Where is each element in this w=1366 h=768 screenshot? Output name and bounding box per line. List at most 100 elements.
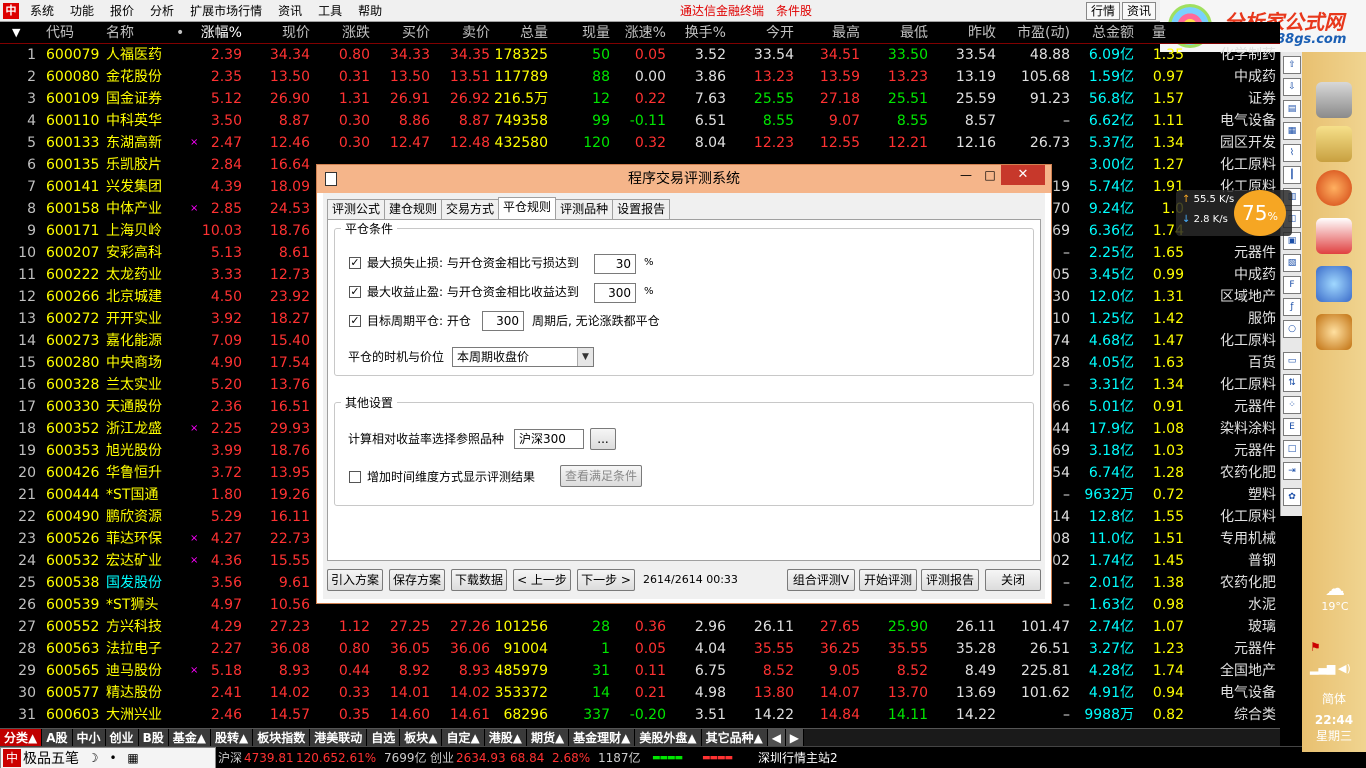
reference-input[interactable]: 沪深300 <box>514 429 584 449</box>
toolbar-line-chart-icon[interactable]: ⌇ <box>1283 144 1301 162</box>
col-open[interactable]: 今开 <box>746 22 794 44</box>
market-tab[interactable]: 基金理财▲ <box>569 728 636 747</box>
tab-formula[interactable]: 评测公式 <box>327 199 386 219</box>
toolbar-etf-icon[interactable]: E <box>1283 418 1301 436</box>
import-plan-button[interactable]: 引入方案 <box>327 569 383 591</box>
combo-test-button[interactable]: 组合评测V <box>787 569 855 591</box>
table-row[interactable]: 30 600577 精达股份 2.41 14.02 0.33 14.01 14.02 35337… <box>0 682 1280 704</box>
col-change[interactable]: 涨跌 <box>314 22 370 44</box>
test-report-button[interactable]: 评测报告 <box>921 569 979 591</box>
market-tab[interactable]: 自选 <box>367 728 401 747</box>
toolbar-grid-icon[interactable]: ▦ <box>1283 122 1301 140</box>
market-tab[interactable]: 股转▲ <box>210 728 254 747</box>
table-row[interactable]: 4 600110 中科英华 3.50 8.87 0.30 8.86 8.87 749358 99-… <box>0 110 1280 132</box>
table-row[interactable]: 1 600079 人福医药 2.39 34.34 0.80 34.33 34.35 178325… <box>0 44 1280 66</box>
sort-arrow-icon[interactable]: ▼ <box>12 22 32 44</box>
col-high[interactable]: 最高 <box>812 22 860 44</box>
menu-analysis[interactable]: 分析 <box>142 0 182 22</box>
toolbar-up-icon[interactable]: ⇧ <box>1283 56 1301 74</box>
stop-profit-checkbox[interactable]: ✓ <box>349 286 361 298</box>
col-price[interactable]: 现价 <box>250 22 310 44</box>
table-row[interactable]: 27 600552 方兴科技 4.29 27.23 1.12 27.25 27.26 10125… <box>0 616 1280 638</box>
close-window-button[interactable]: ✕ <box>1001 165 1045 185</box>
toolbar-dice-icon[interactable]: ⁘ <box>1283 396 1301 414</box>
market-tab[interactable]: 美股外盘▲ <box>635 728 702 747</box>
save-plan-button[interactable]: 保存方案 <box>389 569 445 591</box>
target-period-checkbox[interactable]: ✓ <box>349 315 361 327</box>
next-step-button[interactable]: 下一步 > <box>577 569 635 591</box>
toolbar-circle-icon[interactable]: ○ <box>1283 320 1301 338</box>
market-tab[interactable]: 分类▲ <box>0 728 43 747</box>
toolbar-export-icon[interactable]: ⇥ <box>1283 462 1301 480</box>
market-tab[interactable]: 其它品种▲ <box>701 728 768 747</box>
ime-mode[interactable]: 简体 <box>1302 690 1366 707</box>
col-amount[interactable]: 总金额 <box>1076 22 1134 44</box>
col-change-pct[interactable]: 涨幅% <box>186 22 242 44</box>
view-conditions-button[interactable]: 查看满足条件 <box>560 465 642 487</box>
server-status[interactable]: 深圳行情主站2 <box>758 747 838 768</box>
ime-toolbar[interactable]: 中 极品五笔 ☽ • ▦ <box>0 747 216 768</box>
toolbar-sheet-icon[interactable]: ▧ <box>1283 254 1301 272</box>
toolbar-f12-icon[interactable]: F <box>1283 276 1301 294</box>
col-vol-ratio[interactable]: 量 <box>1152 22 1166 44</box>
maximize-button[interactable]: □ <box>977 165 1003 185</box>
table-row[interactable]: 29 600565 迪马股份 × 5.18 8.93 0.44 8.92 8.93 485979 3… <box>0 660 1280 682</box>
col-speed[interactable]: 涨速% <box>616 22 666 44</box>
market-tab[interactable]: 创业 <box>105 728 139 747</box>
menu-extended-market[interactable]: 扩展市场行情 <box>182 0 270 22</box>
table-row[interactable]: 3 600109 国金证券 5.12 26.90 1.31 26.91 26.92 216.5万… <box>0 88 1280 110</box>
prev-step-button[interactable]: < 上一步 <box>513 569 571 591</box>
table-row[interactable]: 2 600080 金花股份 2.35 13.50 0.31 13.50 13.51 117789… <box>0 66 1280 88</box>
col-volume[interactable]: 总量 <box>494 22 548 44</box>
menu-system[interactable]: 系统 <box>22 0 62 22</box>
tab-scroll-right-icon[interactable]: ▶ <box>785 728 804 747</box>
system-clock[interactable]: 简体 22:44 星期三 <box>1302 690 1366 744</box>
col-current-vol[interactable]: 现量 <box>564 22 610 44</box>
market-tab[interactable]: 中小 <box>72 728 106 747</box>
table-row[interactable]: 5 600133 东湖高新 × 2.47 12.46 0.30 12.47 12.48 43258… <box>0 132 1280 154</box>
target-period-input[interactable]: 300 <box>482 311 524 331</box>
folder-icon[interactable] <box>1316 126 1352 162</box>
menu-news[interactable]: 资讯 <box>270 0 310 22</box>
market-tab[interactable]: 自定▲ <box>442 728 485 747</box>
chevron-down-icon[interactable]: ▼ <box>577 348 593 366</box>
tab-scroll-left-icon[interactable]: ◀ <box>767 728 786 747</box>
ime-logo-icon[interactable]: 中 <box>3 749 21 767</box>
quote-button[interactable]: 行情 <box>1086 2 1121 20</box>
app-icon[interactable]: 中 <box>0 0 22 22</box>
index1-name[interactable]: 沪深 <box>218 747 242 768</box>
ime-halfwidth-icon[interactable]: ☽ <box>83 751 103 765</box>
tab-open-rule[interactable]: 建仓规则 <box>384 199 443 219</box>
start-test-button[interactable]: 开始评测 <box>859 569 917 591</box>
download-data-button[interactable]: 下载数据 <box>451 569 507 591</box>
menu-function[interactable]: 功能 <box>62 0 102 22</box>
menu-tools[interactable]: 工具 <box>310 0 350 22</box>
tab-report-settings[interactable]: 设置报告 <box>612 199 671 219</box>
flag-icon[interactable]: ⚑ <box>1310 640 1321 654</box>
market-tab[interactable]: 板块▲ <box>400 728 443 747</box>
toolbar-fx-icon[interactable]: ƒ <box>1283 298 1301 316</box>
market-tab[interactable]: 板块指数 <box>253 728 311 747</box>
palette-icon[interactable] <box>1316 266 1352 302</box>
col-ask[interactable]: 卖价 <box>436 22 490 44</box>
col-low[interactable]: 最低 <box>880 22 928 44</box>
weather-widget[interactable]: ☁ 19°C <box>1310 576 1360 613</box>
market-tab[interactable]: B股 <box>138 728 169 747</box>
market-tab[interactable]: A股 <box>42 728 73 747</box>
market-tab[interactable]: 港美联动 <box>310 728 368 747</box>
stop-profit-input[interactable]: 300 <box>594 283 636 303</box>
toolbar-kline-icon[interactable]: ┃ <box>1283 166 1301 184</box>
market-tab[interactable]: 港股▲ <box>484 728 527 747</box>
condition-stock-label[interactable]: 条件股 <box>776 0 812 22</box>
col-prev-close[interactable]: 昨收 <box>948 22 996 44</box>
close-timing-select[interactable]: 本周期收盘价 ▼ <box>452 347 594 367</box>
toolbar-f10-icon[interactable]: ▤ <box>1283 100 1301 118</box>
table-row[interactable]: 31 600603 大洲兴业 2.46 14.57 0.35 14.60 14.61 68296… <box>0 704 1280 726</box>
tab-instruments[interactable]: 评测品种 <box>555 199 614 219</box>
tab-trade-mode[interactable]: 交易方式 <box>441 199 500 219</box>
toolbar-gear-icon[interactable]: ✿ <box>1283 488 1301 506</box>
reference-browse-button[interactable]: ... <box>590 428 616 450</box>
app-red-icon[interactable] <box>1316 218 1352 254</box>
col-bid[interactable]: 买价 <box>376 22 430 44</box>
toolbar-folder-icon[interactable]: ▭ <box>1283 352 1301 370</box>
